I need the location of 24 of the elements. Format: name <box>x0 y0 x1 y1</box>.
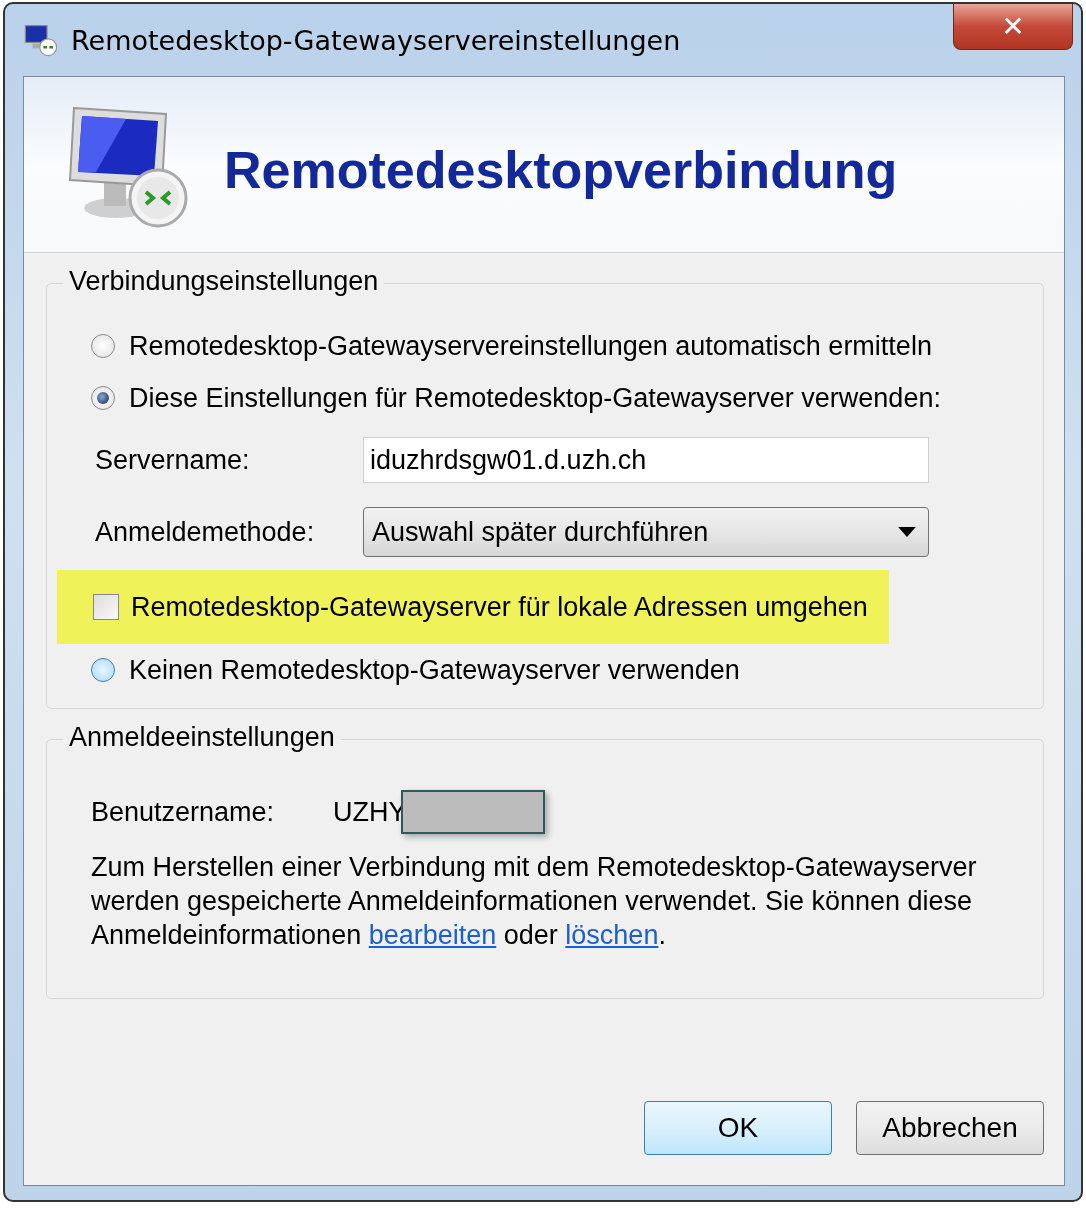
radio-button[interactable] <box>91 334 115 358</box>
dialog-button[interactable]: Abbrechen <box>856 1101 1044 1155</box>
input-field[interactable]: iduzhrdsgw01.d.uzh.ch <box>363 437 929 483</box>
radio-label: Remotedesktop-Gatewayservereinstellungen automatisch ermitteln <box>129 330 932 362</box>
field-label: Benutzername: <box>91 796 276 828</box>
link[interactable]: bearbeiten <box>368 920 497 950</box>
field-label: Anmeldemethode: <box>95 516 316 548</box>
header-title: Remotedesktopverbindung <box>224 139 898 200</box>
dialog-button[interactable]: OK <box>644 1101 832 1155</box>
dropdown[interactable]: Auswahl später durchführen <box>363 507 929 557</box>
radio-label: Keinen Remotedesktop-Gatewayserver verwenden <box>129 654 740 686</box>
link[interactable]: löschen <box>565 920 659 950</box>
description-text: Zum Herstellen einer Verbindung mit dem Remotedesktop-Gatewayserver werden gespeicherte Anmeldeinformationen verwendet. Sie können diese Anmeldeinformationen bearbeiten oder löschen. <box>91 851 978 952</box>
window-title: Remotedesktop-Gatewayservereinstellungen <box>71 24 681 56</box>
caret-icon <box>898 526 916 538</box>
checkbox[interactable] <box>93 594 119 620</box>
radio-button[interactable] <box>91 386 115 410</box>
monitor-icon <box>23 22 59 58</box>
radio-button[interactable] <box>91 658 115 682</box>
radio-label: Diese Einstellungen für Remotedesktop-Gatewayserver verwenden: <box>129 382 941 414</box>
username-text: UZHY <box>333 796 407 828</box>
checkbox-label: Remotedesktop-Gatewayserver für lokale Adressen umgehen <box>131 591 868 623</box>
close-button[interactable]: ✕ <box>953 4 1073 50</box>
field-label: Servername: <box>95 444 251 476</box>
